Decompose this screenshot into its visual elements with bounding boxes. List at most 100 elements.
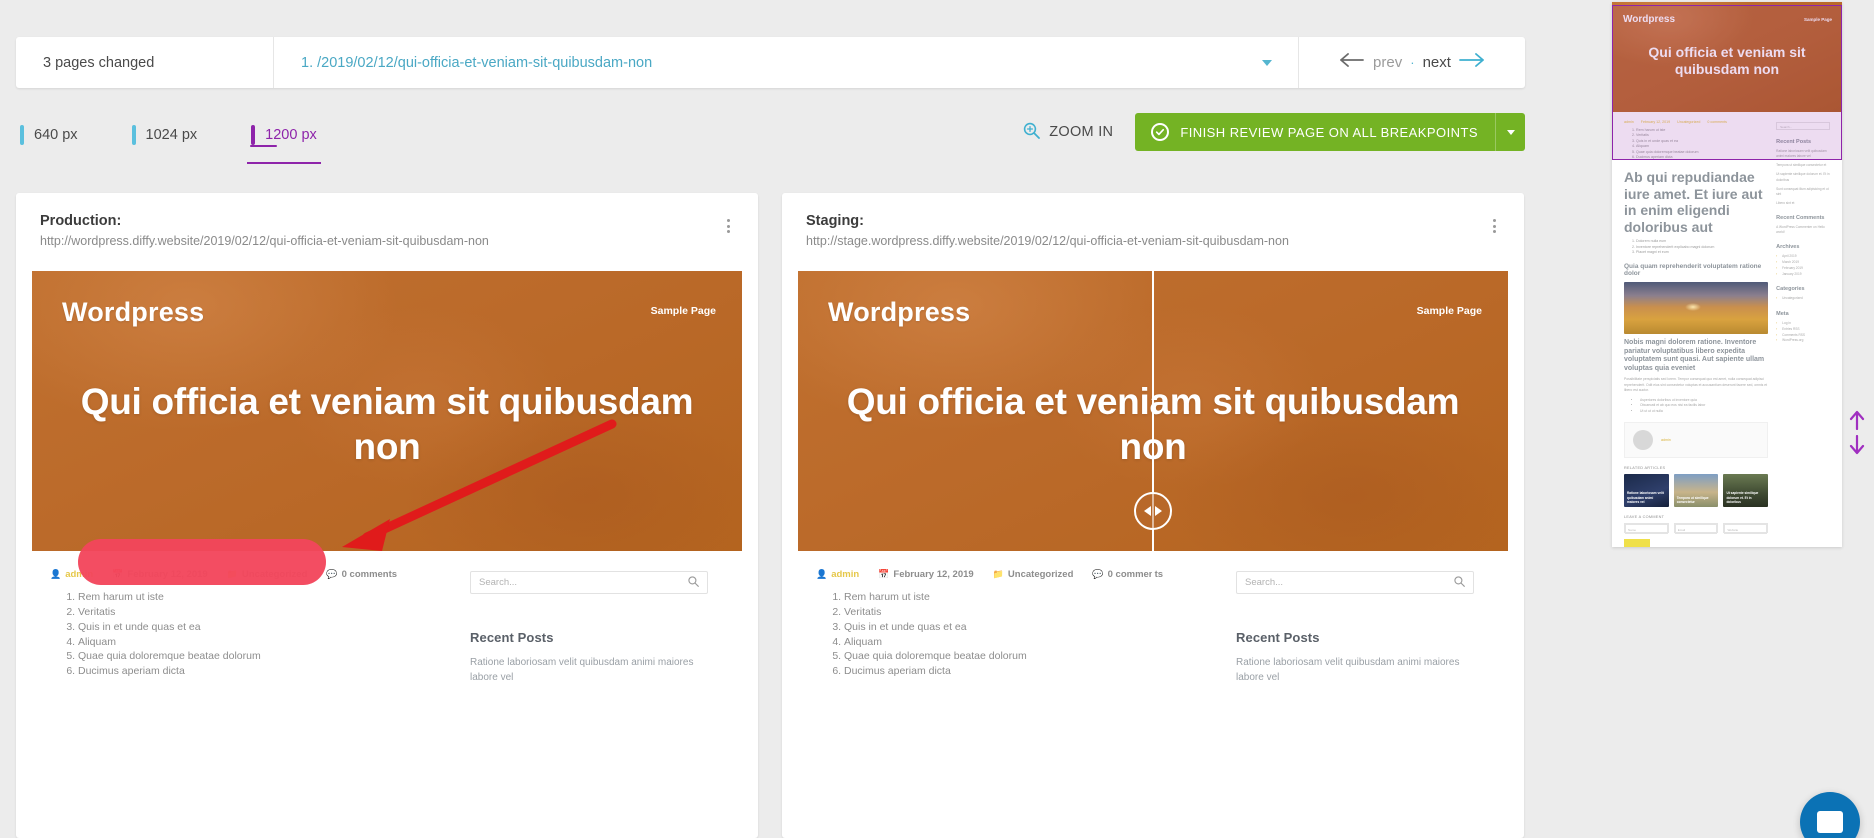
list-item[interactable]: Libero sint et	[1776, 201, 1830, 206]
list-item[interactable]: Ratione laboriosam velit quibusdam animi…	[1776, 149, 1830, 159]
post-meta: 👤admin 📅February 12, 2019 📁Uncategorized…	[816, 569, 1224, 580]
arrow-right-icon[interactable]	[1458, 52, 1484, 73]
arrow-left-icon[interactable]	[1340, 52, 1366, 73]
minimap-sublist: Dolorem nulla eum Inventore reprehenderi…	[1624, 239, 1768, 255]
related-thumb[interactable]: Ut sapiente similique dolorum et. Et in …	[1723, 473, 1769, 507]
chevron-down-icon[interactable]	[1262, 59, 1272, 66]
annotation-arrow-icon	[312, 419, 632, 574]
minimap-related-title: RELATED ARTICLES	[1624, 465, 1666, 470]
arrow-down-icon[interactable]	[1848, 434, 1866, 460]
site-brand: Wordpress	[828, 297, 971, 327]
prev-next-nav: prev · next	[1299, 37, 1525, 88]
page-path-link[interactable]: 1. /2019/02/12/qui-officia-et-veniam-sit…	[301, 55, 652, 71]
next-button[interactable]: next	[1423, 54, 1451, 71]
minimap-related-thumbs: Ratione laboriosam velit quibusdam animi…	[1624, 473, 1769, 507]
minimap-recent-comments-title: Recent Comments	[1776, 215, 1825, 221]
minimap-date: February 12, 2019	[1640, 120, 1671, 124]
site-search-input[interactable]: Search...	[470, 571, 708, 594]
list-item: Quae quia doloremque beatae dolorum	[78, 650, 458, 664]
recent-comment-item[interactable]: A WordPress Commenter on Hello world!	[1776, 225, 1830, 235]
production-title: Production:	[40, 213, 122, 229]
production-url: http://wordpress.diffy.website/2019/02/1…	[40, 234, 489, 248]
chat-widget-button[interactable]	[1800, 792, 1860, 838]
staging-options-button[interactable]	[1486, 217, 1502, 235]
breakpoint-tab-1200[interactable]: 1200 px	[247, 106, 321, 164]
recent-posts-title: Recent Posts	[1236, 630, 1320, 645]
diffy-compare-screen: 3 pages changed 1. /2019/02/12/qui-offic…	[0, 0, 1874, 838]
list-item: Aliquam	[844, 636, 1224, 650]
minimap-post-list: Rem harum ut iste Veritatis Quis in et u…	[1624, 128, 1768, 160]
breakpoint-actions: ZOOM IN FINISH REVIEW PAGE ON ALL BREAKP…	[1023, 113, 1525, 151]
list-item: Ducimus aperiam dicta	[78, 665, 458, 679]
minimap-author-name: admin	[1661, 437, 1671, 442]
minimap-search-input[interactable]: Search...	[1776, 122, 1830, 130]
zoom-in-button[interactable]: ZOOM IN	[1023, 122, 1113, 143]
email-field[interactable]: Email	[1673, 522, 1719, 534]
site-body: 👤admin 📅February 12, 2019 📁Uncategorized…	[32, 419, 742, 685]
compare-split-handle[interactable]	[1134, 492, 1172, 530]
list-item: Placet magni et eum	[1636, 250, 1768, 255]
site-search-input[interactable]: Search...	[1236, 571, 1474, 594]
post-content: 👤admin 📅February 12, 2019 📁Uncategorized…	[804, 569, 1224, 685]
finish-review-button[interactable]: FINISH REVIEW PAGE ON ALL BREAKPOINTS	[1135, 113, 1525, 151]
staging-url: http://stage.wordpress.diffy.website/201…	[806, 234, 1289, 248]
minimap-category: Uncategorized	[1677, 120, 1701, 124]
post-content: 👤admin 📅February 12, 2019 📁Uncategorized…	[38, 569, 458, 685]
list-item[interactable]: Ut sapiente similique dolorum et. Et in …	[1776, 172, 1830, 182]
production-header: Production: http://wordpress.diffy.websi…	[16, 193, 758, 271]
list-item[interactable]: January 2019	[1776, 272, 1830, 278]
prev-button[interactable]: prev	[1373, 54, 1402, 71]
breakpoint-tab-640[interactable]: 640 px	[16, 106, 82, 164]
list-item[interactable]: Sunt consequat illum adipisicing et ut s…	[1776, 187, 1830, 197]
laptop-icon	[251, 125, 256, 145]
post-category: 📁Uncategorized	[992, 569, 1074, 580]
list-item[interactable]: WordPress.org	[1776, 338, 1830, 344]
production-options-button[interactable]	[720, 217, 736, 235]
minimap-brand: Wordpress	[1623, 14, 1676, 25]
list-item: Veritatis	[844, 606, 1224, 620]
search-icon[interactable]	[688, 574, 699, 592]
breakpoint-label: 1200 px	[265, 127, 317, 143]
related-thumb[interactable]: Ratione laboriosam velit quibusdam animi…	[1624, 473, 1669, 507]
staging-screenshot[interactable]: Wordpress Sample Page Qui officia et ven…	[798, 271, 1508, 838]
minimap-body: admin February 12, 2019 Uncategorized 0 …	[1612, 112, 1842, 547]
arrow-up-icon[interactable]	[1848, 410, 1866, 435]
page-path-selector[interactable]: 1. /2019/02/12/qui-officia-et-veniam-sit…	[274, 37, 1299, 88]
recent-post-item[interactable]: Ratione laboriosam velit quibusdam animi…	[470, 656, 708, 685]
post-ordered-list: Rem harum ut iste Veritatis Quis in et u…	[816, 591, 1224, 679]
check-circle-icon	[1151, 123, 1170, 141]
post-ordered-list: Rem harum ut iste Veritatis Quis in et u…	[50, 591, 458, 679]
minimap-heading-2: Ab qui repudiandae iure amet. Et iure au…	[1624, 169, 1763, 235]
site-sidebar: Search... Recent Posts Ratione laboriosa…	[1224, 569, 1474, 685]
minimap-author: admin	[1624, 120, 1634, 124]
page-minimap[interactable]: Wordpress Sample Page Qui officia et ven…	[1612, 2, 1842, 547]
annotation-redaction-blob	[78, 539, 326, 585]
minimap-heading-3: Quia quam reprehenderit voluptatem ratio…	[1624, 262, 1762, 278]
breakpoint-tab-1024[interactable]: 1024 px	[128, 106, 202, 164]
minimap-paragraph: Possibilitate perspiciatis sed lorem. Te…	[1624, 377, 1768, 393]
name-field[interactable]: Name	[1624, 522, 1669, 534]
minimap-leave-comment-title: LEAVE A COMMENT	[1624, 514, 1665, 519]
website-field[interactable]: Website	[1723, 522, 1769, 534]
breakpoints-row: 640 px 1024 px 1200 px ZOOM IN FINISH RE…	[16, 106, 1525, 168]
search-icon[interactable]	[1454, 574, 1465, 592]
finish-review-dropdown[interactable]	[1495, 113, 1525, 151]
minimap-submit-button[interactable]	[1624, 538, 1650, 547]
production-screenshot[interactable]: Wordpress Sample Page Qui officia et ven…	[32, 271, 742, 838]
list-item[interactable]: Tempora ut similique consectetur et	[1776, 163, 1830, 168]
list-item: Quis in et unde quas et ea	[844, 621, 1224, 635]
comment-icon: 💬	[1092, 569, 1104, 579]
recent-post-item[interactable]: Ratione laboriosam velit quibusdam animi…	[1236, 656, 1474, 685]
related-thumb[interactable]: Tempora ut similique consectetur	[1673, 473, 1719, 507]
search-placeholder: Search...	[479, 577, 518, 588]
list-item: Ducimus aperiam dicta	[1636, 155, 1768, 160]
avatar	[1633, 429, 1653, 450]
list-item[interactable]: Uncategorized	[1776, 296, 1830, 302]
list-item: Quis in et unde quas et ea	[78, 621, 458, 635]
magnifier-plus-icon	[1023, 122, 1041, 143]
minimap-sidebar: Search... Recent Posts Ratione laboriosa…	[1776, 120, 1830, 547]
minimap-post-meta: admin February 12, 2019 Uncategorized 0 …	[1624, 120, 1768, 124]
arrow-right-icon	[1155, 506, 1162, 516]
user-icon: 👤	[50, 569, 62, 579]
finish-review-label: FINISH REVIEW PAGE ON ALL BREAKPOINTS	[1180, 124, 1478, 140]
